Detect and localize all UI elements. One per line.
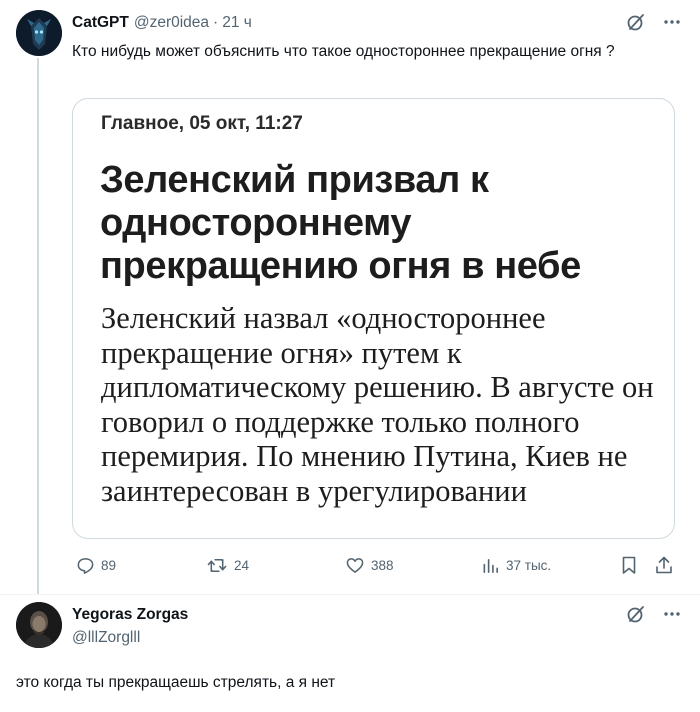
retweet-count: 24: [234, 557, 250, 573]
article-meta: Главное, 05 окт, 11:27: [101, 113, 303, 134]
tweet-1[interactable]: CatGPT @zer0idea · 21 ч Кто нибудь может…: [0, 0, 700, 594]
tweet-actions: 89 24 388 37 тыс.: [72, 552, 682, 578]
more-icon[interactable]: [662, 12, 682, 32]
author-name[interactable]: Yegoras Zorgas: [72, 606, 188, 624]
grok-icon[interactable]: [626, 12, 646, 32]
reply-button[interactable]: 89: [76, 552, 116, 578]
bookmark-icon: [620, 555, 638, 575]
share-icon: [654, 555, 674, 575]
views-button[interactable]: 37 тыс.: [482, 552, 551, 578]
retweet-icon: [206, 556, 228, 575]
article-body: Зеленский назвал «одностороннее прекраще…: [101, 301, 654, 508]
attached-image-card[interactable]: Главное, 05 окт, 11:27 Зеленский призвал…: [72, 98, 675, 539]
views-icon: [482, 556, 500, 575]
views-count: 37 тыс.: [506, 557, 552, 573]
share-button[interactable]: [654, 552, 674, 578]
avatar[interactable]: [16, 10, 62, 56]
tweet-top-actions: [626, 12, 682, 32]
author-name[interactable]: CatGPT: [72, 14, 129, 32]
bookmark-button[interactable]: [620, 552, 638, 578]
heart-icon: [345, 556, 365, 575]
author-handle[interactable]: @lllZorglll: [72, 629, 140, 647]
tweet-top-actions: [626, 604, 682, 629]
avatar[interactable]: [16, 602, 62, 648]
thread-line: [37, 58, 39, 594]
reply-icon: [76, 556, 95, 575]
timestamp[interactable]: 21 ч: [222, 14, 252, 32]
grok-icon[interactable]: [626, 604, 646, 629]
tweet-text: Кто нибудь может объяснить что такое одн…: [72, 43, 615, 60]
like-count: 388: [371, 557, 394, 573]
retweet-button[interactable]: 24: [206, 552, 249, 578]
tweet-text: это когда ты прекращаешь стрелять, а я н…: [16, 674, 336, 691]
article-headline: Зеленский призвал к одностороннему прекр…: [100, 159, 581, 287]
author-handle[interactable]: @zer0idea: [134, 14, 209, 32]
like-button[interactable]: 388: [345, 552, 394, 578]
tweet-header: CatGPT @zer0idea · 21 ч: [72, 12, 252, 34]
more-icon[interactable]: [662, 604, 682, 629]
tweet-divider: [0, 594, 700, 595]
separator-dot: ·: [213, 14, 219, 31]
reply-count: 89: [101, 557, 117, 573]
